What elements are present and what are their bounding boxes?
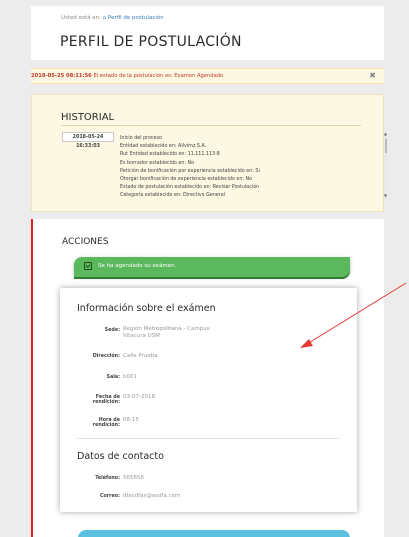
annotation-arrow-line — [306, 282, 407, 345]
annotation-arrow-head — [300, 339, 313, 348]
annotation-arrow — [300, 282, 407, 348]
